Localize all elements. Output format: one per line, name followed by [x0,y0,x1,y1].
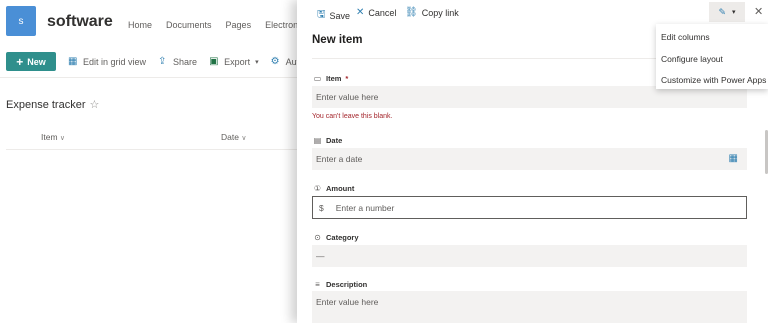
item-placeholder: Enter value here [316,92,379,102]
link-icon: ⛓ [405,7,418,18]
edit-form-icon: ✎ [718,6,727,17]
menu-item-customize-power-apps[interactable]: Customize with Power Apps [661,75,766,85]
site-title[interactable]: software [47,13,113,31]
copy-link-button[interactable]: ⛓ Copy link [405,7,459,18]
date-input[interactable]: Enter a date ▦ [312,148,747,170]
share-icon: ⇪ [158,55,167,67]
new-button-label: New [27,56,46,67]
description-label-text: Description [326,280,368,289]
category-label-text: Category [326,233,359,242]
description-input[interactable]: Enter value here [312,291,747,323]
nav-pages[interactable]: Pages [226,20,252,30]
nav-documents[interactable]: Documents [166,20,212,30]
description-field-label: ≡ Description [313,280,367,289]
nav-home[interactable]: Home [128,20,152,30]
share-button[interactable]: ⇪ Share [158,55,198,67]
amount-field-label: ① Amount [313,184,354,193]
close-panel-button[interactable]: ✕ [754,5,763,18]
item-field-label: ▭ Item * [313,74,349,83]
new-button[interactable]: + New [6,52,56,71]
close-icon: ✕ [356,7,365,18]
export-label: Export [224,56,251,67]
menu-item-configure-layout[interactable]: Configure layout [661,54,723,64]
cancel-button[interactable]: ✕ Cancel [356,7,396,18]
copy-link-label: Copy link [421,7,459,18]
list-title: Expense tracker ☆ [6,98,99,111]
plus-icon: + [16,54,24,69]
currency-prefix: $ [319,202,324,213]
save-icon: 🖫 [317,9,326,20]
date-field-label: ▤ Date [313,136,343,145]
panel-title: New item [312,34,363,46]
sharepoint-page: s software Home Documents Pages Electron… [0,0,304,323]
close-icon: ✕ [754,6,764,18]
chevron-down-icon: ∨ [59,135,66,142]
edit-grid-view-label: Edit in grid view [83,56,147,67]
multiline-text-icon: ≡ [315,280,320,289]
column-header-item-label: Item [41,132,58,142]
date-label-text: Date [326,136,343,145]
column-header-date-label: Date [221,132,239,142]
cancel-label: Cancel [368,7,397,18]
text-field-icon: ▭ [313,74,322,83]
command-bar-divider [0,77,297,78]
edit-form-menu: Edit columns Configure layout Customize … [656,24,768,89]
grid-icon: ▦ [68,55,78,67]
edit-grid-view-button[interactable]: ▦ Edit in grid view [68,55,147,67]
category-select[interactable]: — [312,245,747,267]
chevron-down-icon: ∨ [241,135,247,142]
date-placeholder: Enter a date [316,154,363,164]
item-input[interactable]: Enter value here [312,86,747,108]
item-label-text: Item [326,74,342,83]
site-logo-letter: s [18,15,24,27]
required-marker: * [345,74,349,83]
date-picker-icon[interactable]: ▦ [729,153,738,164]
description-placeholder: Enter value here [316,297,379,307]
edit-form-button[interactable]: ✎ ▾ [709,2,745,22]
amount-label-text: Amount [326,184,355,193]
list-header-divider [6,149,297,150]
chevron-down-icon: ▾ [255,58,259,66]
export-button[interactable]: ▣ Export ▾ [209,55,259,67]
save-label: Save [329,10,351,21]
menu-item-edit-columns[interactable]: Edit columns [661,32,710,42]
save-button[interactable]: 🖫 Save [317,7,350,24]
nav-electronics[interactable]: Electroni [265,20,300,30]
category-field-label: ⊙ Category [313,233,359,242]
site-logo[interactable]: s [6,6,36,36]
excel-icon: ▣ [209,55,219,67]
calendar-icon: ▤ [313,136,322,145]
number-icon: ① [313,184,322,193]
automate-icon: ⚙ [270,55,280,67]
share-label: Share [173,56,198,67]
choice-icon: ⊙ [314,233,321,242]
chevron-down-icon: ▾ [732,9,736,16]
category-value: — [316,251,325,261]
item-error-message: You can't leave this blank. [312,113,393,120]
amount-placeholder: Enter a number [335,202,395,213]
column-header-item[interactable]: Item ∨ [41,132,65,142]
column-header-date[interactable]: Date ∨ [221,132,246,142]
amount-input[interactable]: $ Enter a number [312,196,747,219]
panel-toolbar: 🖫 Save ✕ Cancel ⛓ Copy link ✎ ▾ ✕ [297,0,768,26]
command-bar: + New ▦ Edit in grid view ⇪ Share ▣ Expo… [6,52,304,71]
star-icon[interactable]: ☆ [89,99,99,111]
list-title-text: Expense tracker [6,99,86,111]
site-nav: Home Documents Pages Electroni [128,20,314,30]
